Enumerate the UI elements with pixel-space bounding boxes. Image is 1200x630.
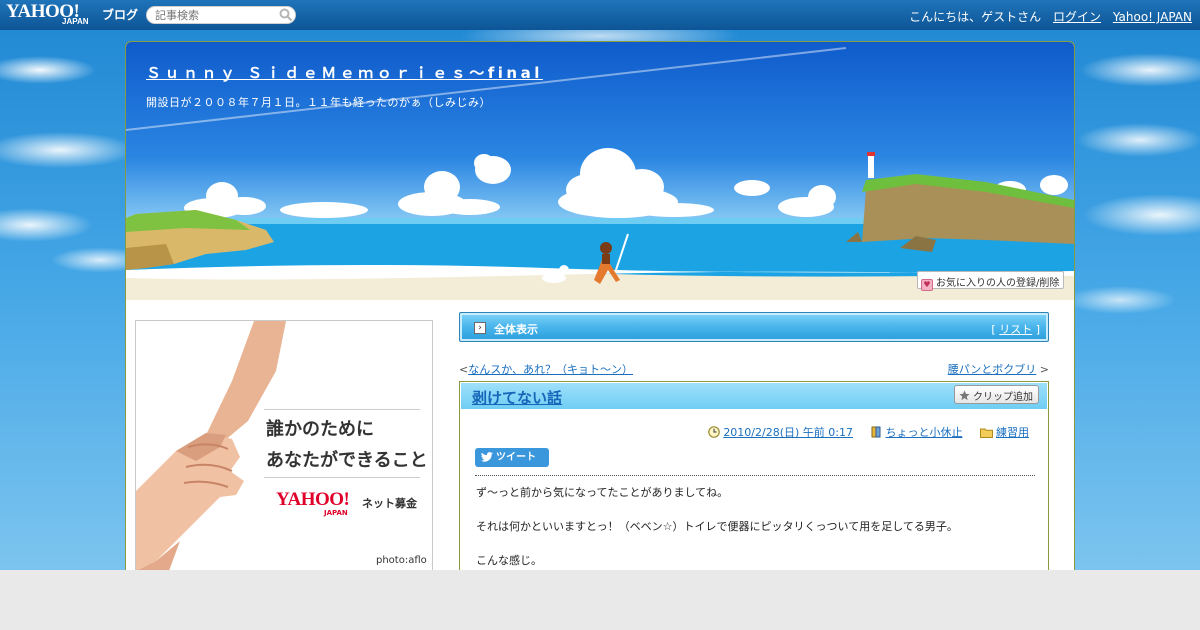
- next-article-link[interactable]: 腰パンとボクブリ: [948, 363, 1037, 376]
- handshake-illustration: [136, 321, 286, 579]
- twitter-bird-icon: [481, 452, 493, 462]
- blog-service-label[interactable]: ブログ: [102, 6, 138, 23]
- article-category-link[interactable]: ちょっと小休止: [886, 426, 963, 439]
- article-divider: [475, 475, 1035, 476]
- ad-photo-credit: photo:aflo: [376, 555, 427, 566]
- login-link[interactable]: ログイン: [1053, 10, 1101, 24]
- top-bar: YAHOO! JAPAN ブログ こんにちは、ゲストさん ログイン Yahoo!…: [0, 0, 1200, 30]
- clip-add-button[interactable]: クリップ追加: [953, 385, 1039, 404]
- ad-rule-bottom: [264, 477, 420, 478]
- search-input[interactable]: [146, 6, 296, 24]
- star-icon: [959, 390, 970, 401]
- ad-service-name: ネット募金: [362, 497, 417, 510]
- all-view-bar: › 全体表示 [ リスト ]: [459, 312, 1049, 342]
- clip-add-label: クリップ追加: [973, 392, 1033, 403]
- list-link[interactable]: リスト: [999, 323, 1032, 336]
- article-body: ず～っと前から気になってたことがありましてね。 それは何かといいますとっ！（ベベ…: [476, 484, 1031, 582]
- folder-icon: [980, 428, 993, 438]
- ad-rule-top: [264, 409, 420, 410]
- yahoo-logo-japan: JAPAN: [62, 17, 89, 26]
- ad-headline-line2: あなたができること: [266, 450, 428, 471]
- article-header: 剥けてない話 クリップ追加: [461, 383, 1047, 409]
- article-paragraph: ず～っと前から気になってたことがありましてね。: [476, 486, 729, 499]
- favorite-register-button[interactable]: ♥ お気に入りの人の登録/削除: [917, 271, 1064, 291]
- donation-ad-banner[interactable]: 誰かのために あなたができること YAHOO! JAPAN ネット募金 phot…: [135, 320, 433, 580]
- next-article: 腰パンとボクブリ >: [947, 363, 1049, 376]
- clock-icon: [708, 426, 721, 438]
- article-paragraph: それは何かといいますとっ！（ベベン☆）トイレで便器にピッタリくっついて用を足して…: [476, 520, 958, 533]
- blog-description: 開設日が２００８年７月１日。１１年も経ったのかぁ（しみじみ）: [146, 96, 491, 109]
- all-view-link[interactable]: 全体表示: [494, 321, 538, 337]
- blog-header: Ｓｕｎｎｙ ＳｉｄｅＭｅｍｏｒｉｅｓ～final 開設日が２００８年７月１日。１…: [126, 42, 1074, 300]
- top-links: こんにちは、ゲストさん ログイン Yahoo! JAPAN: [909, 8, 1192, 25]
- ad-yahoo-logo-japan: JAPAN: [324, 509, 348, 517]
- yahoo-japan-link[interactable]: Yahoo! JAPAN: [1113, 10, 1192, 24]
- category-book-icon: [871, 426, 880, 438]
- article-title[interactable]: 剥けてない話: [472, 387, 562, 408]
- blog-frame: Ｓｕｎｎｙ ＳｉｄｅＭｅｍｏｒｉｅｓ～final 開設日が２００８年７月１日。１…: [125, 41, 1075, 583]
- blog-title[interactable]: Ｓｕｎｎｙ ＳｉｄｅＭｅｍｏｒｉｅｓ～final: [146, 62, 543, 83]
- article-date-link[interactable]: 2010/2/28(日) 午前 0:17: [723, 426, 853, 439]
- prev-article-link[interactable]: なんスか、あれ？（キョト～ン）: [468, 363, 633, 376]
- ad-headline-line1: 誰かのために: [266, 419, 374, 440]
- arrow-right-icon: ›: [474, 322, 486, 334]
- page-footer-band: [0, 570, 1200, 630]
- tweet-button[interactable]: ツイート: [475, 448, 549, 467]
- search-icon[interactable]: [279, 8, 293, 22]
- favorite-register-label: お気に入りの人の登録/削除: [936, 278, 1060, 289]
- article-meta: 2010/2/28(日) 午前 0:17 ちょっと小休止 練習用: [694, 424, 1029, 440]
- heart-icon: ♥: [921, 279, 933, 291]
- article-paragraph: こんな感じ。: [476, 554, 542, 567]
- article-pager: <なんスか、あれ？（キョト～ン） 腰パンとボクブリ >: [459, 361, 1049, 377]
- article-folder-link[interactable]: 練習用: [996, 426, 1029, 439]
- article: 剥けてない話 クリップ追加 2010/2/28(日) 午前 0:17 ちょっと小…: [459, 381, 1049, 582]
- tweet-label: ツイート: [496, 452, 536, 463]
- greeting-text: こんにちは、ゲストさん: [909, 10, 1042, 24]
- list-link-wrapper: [ リスト ]: [991, 323, 1040, 336]
- prev-article: <なんスか、あれ？（キョト～ン）: [459, 363, 633, 376]
- ad-yahoo-logo: YAHOO!: [276, 489, 350, 510]
